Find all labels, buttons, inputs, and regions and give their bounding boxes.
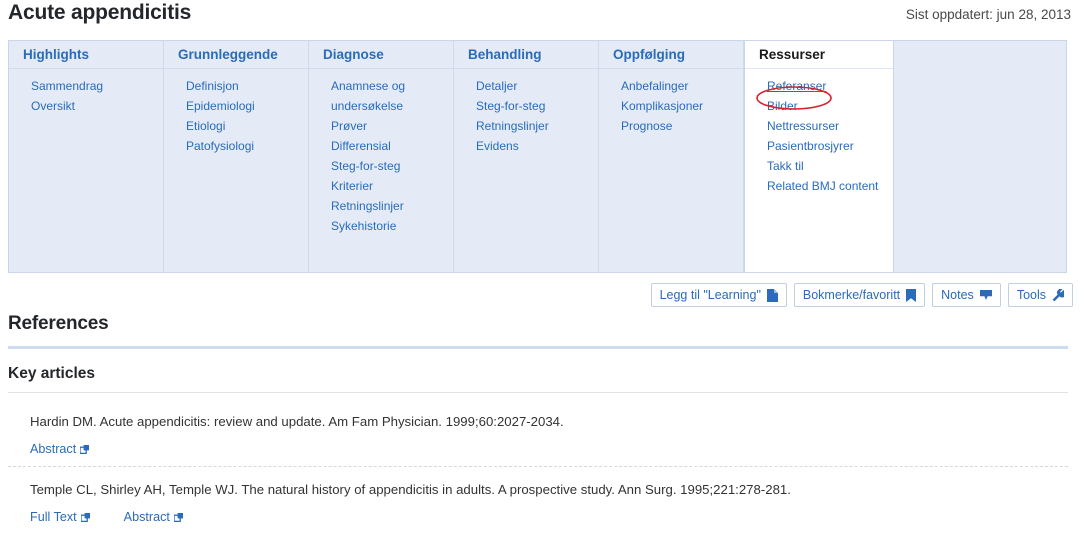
nav-link-list: Definisjon Epidemiologi Etiologi Patofysiol… <box>164 69 308 156</box>
abstract-link[interactable]: Abstract <box>124 510 183 524</box>
nav-link-list: Detaljer Steg-for-steg Retningslinjer Evide… <box>454 69 598 156</box>
nav-column-heading[interactable]: Diagnose <box>309 41 453 69</box>
reference-link-label: Abstract <box>123 510 170 524</box>
notes-button[interactable]: Notes <box>932 283 1001 307</box>
nav-link-related-bmj-content[interactable]: Related BMJ content <box>767 176 893 196</box>
nav-link-sammendrag[interactable]: Sammendrag <box>31 76 163 96</box>
section-divider <box>8 346 1068 349</box>
reference-link-label: Full Text <box>30 510 77 524</box>
nav-link-pr-ver[interactable]: Prøver <box>331 116 453 136</box>
nav-column-heading[interactable]: Ressurser <box>745 41 893 69</box>
reference-citation: Hardin DM. Acute appendicitis: review an… <box>30 414 564 429</box>
nav-link-detaljer[interactable]: Detaljer <box>476 76 598 96</box>
nav-link-etiologi[interactable]: Etiologi <box>186 116 308 136</box>
action-button-label: Bokmerke/favoritt <box>802 288 901 302</box>
external-link-icon <box>80 512 90 522</box>
nav-link-list: Anamnese og undersøkelse Prøver Differensia… <box>309 69 453 236</box>
nav-link-anamnese-og[interactable]: Anamnese og <box>331 76 453 96</box>
nav-link-komplikasjoner[interactable]: Komplikasjoner <box>621 96 743 116</box>
legg-til-learning-button[interactable]: Legg til "Learning" <box>650 283 787 307</box>
nav-link-patofysiologi[interactable]: Patofysiologi <box>186 136 308 156</box>
nav-column-heading[interactable]: Highlights <box>9 41 163 69</box>
nav-link-prognose[interactable]: Prognose <box>621 116 743 136</box>
nav-link-epidemiologi[interactable]: Epidemiologi <box>186 96 308 116</box>
nav-link-kriterier[interactable]: Kriterier <box>331 176 453 196</box>
page-header: Acute appendicitis Sist oppdatert: jun 2… <box>0 0 1083 36</box>
nav-link-referanser[interactable]: Referanser <box>767 76 893 96</box>
references-content: References Key articles Hardin DM. Acute… <box>8 313 1068 534</box>
nav-link-definisjon[interactable]: Definisjon <box>186 76 308 96</box>
nav-link-list: Anbefalinger Komplikasjoner Prognose <box>599 69 743 136</box>
action-button-label: Tools <box>1016 288 1046 302</box>
nav-column-highlights: Highlights Sammendrag Oversikt <box>9 41 164 272</box>
nav-link-list: Sammendrag Oversikt <box>9 69 163 116</box>
document-icon <box>766 288 778 302</box>
nav-link-list: Referanser Bilder Nettressurser Pasientbros… <box>745 69 893 196</box>
abstract-link[interactable]: Abstract <box>30 442 90 456</box>
nav-column-heading[interactable]: Grunnleggende <box>164 41 308 69</box>
bokmerke-favoritt-button[interactable]: Bokmerke/favoritt <box>793 283 926 307</box>
nav-link-nettressurser[interactable]: Nettressurser <box>767 116 893 136</box>
reference-link-row: Full Text Abstract <box>30 510 1068 524</box>
reference-list: Hardin DM. Acute appendicitis: review an… <box>8 399 1068 534</box>
bookmark-icon <box>906 288 917 302</box>
key-articles-heading: Key articles <box>8 365 1068 393</box>
reference-link-row: Abstract <box>30 442 1068 456</box>
nav-link-steg-for-steg[interactable]: Steg-for-steg <box>331 156 453 176</box>
tools-button[interactable]: Tools <box>1007 283 1073 307</box>
nav-column-oppf-lging: Oppfølging Anbefalinger Komplikasjoner Prog… <box>599 41 744 272</box>
nav-link-retningslinjer[interactable]: Retningslinjer <box>476 116 598 136</box>
last-updated-label: Sist oppdatert: jun 28, 2013 <box>905 7 1071 22</box>
nav-link-sykehistorie[interactable]: Sykehistorie <box>331 216 453 236</box>
action-button-bar: Legg til "Learning" Bokmerke/favoritt Note… <box>650 283 1073 307</box>
nav-column-heading[interactable]: Behandling <box>454 41 598 69</box>
external-link-icon <box>173 512 183 522</box>
wrench-icon <box>1052 288 1066 302</box>
action-button-label: Legg til "Learning" <box>659 288 761 302</box>
nav-column-ressurser: Ressurser Referanser Bilder Nettressurser Pa… <box>744 41 894 272</box>
note-pin-icon <box>979 289 992 301</box>
nav-link-oversikt[interactable]: Oversikt <box>31 96 163 116</box>
nav-link-takk-til[interactable]: Takk til <box>767 156 893 176</box>
full-text-link[interactable]: Full Text <box>30 510 90 524</box>
nav-column-grunnleggende: Grunnleggende Definisjon Epidemiologi Etiol… <box>164 41 309 272</box>
nav-link-anbefalinger[interactable]: Anbefalinger <box>621 76 743 96</box>
nav-link-steg-for-steg[interactable]: Steg-for-steg <box>476 96 598 116</box>
nav-column-diagnose: Diagnose Anamnese og undersøkelse Prøver Dif… <box>309 41 454 272</box>
nav-link-bilder[interactable]: Bilder <box>767 96 893 116</box>
external-link-icon <box>79 444 90 454</box>
nav-link-evidens[interactable]: Evidens <box>476 136 598 156</box>
reference-item: Temple CL, Shirley AH, Temple WJ. The na… <box>8 467 1068 534</box>
page-title: Acute appendicitis <box>8 1 192 24</box>
nav-link-retningslinjer[interactable]: Retningslinjer <box>331 196 453 216</box>
nav-link-differensial[interactable]: Differensial <box>331 136 453 156</box>
reference-link-label: Abstract <box>30 442 77 456</box>
nav-column-behandling: Behandling Detaljer Steg-for-steg Retningsl… <box>454 41 599 272</box>
action-button-label: Notes <box>941 288 974 302</box>
nav-link-pasientbrosjyrer[interactable]: Pasientbrosjyrer <box>767 136 893 156</box>
nav-column-heading[interactable]: Oppfølging <box>599 41 743 69</box>
nav-link-unders-kelse[interactable]: undersøkelse <box>331 96 453 116</box>
reference-citation: Temple CL, Shirley AH, Temple WJ. The na… <box>30 482 791 497</box>
page-section-title: References <box>8 313 109 334</box>
topic-navigation-panel: Highlights Sammendrag Oversikt Grunnleggend… <box>8 40 1067 273</box>
reference-item: Hardin DM. Acute appendicitis: review an… <box>8 399 1068 467</box>
